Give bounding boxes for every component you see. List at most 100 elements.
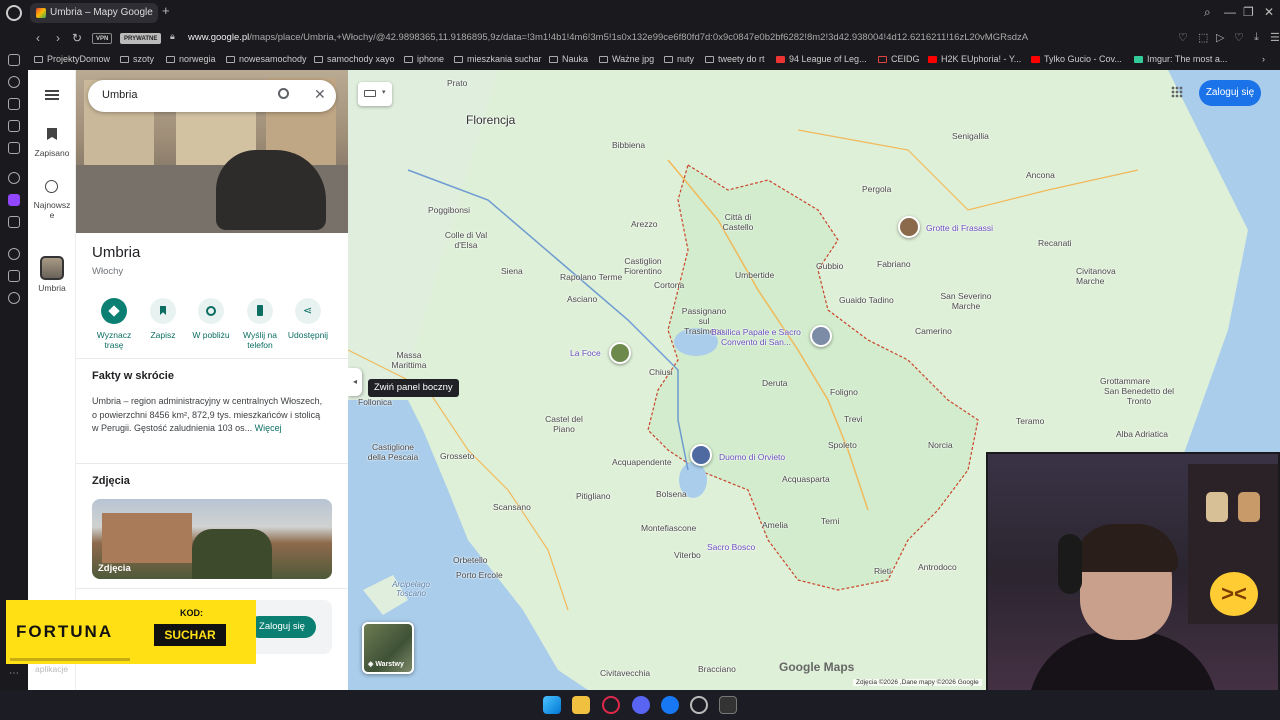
download-icon[interactable]: ⤓ xyxy=(1254,31,1259,44)
nearby-button[interactable]: W pobliżu xyxy=(187,298,235,340)
map-label[interactable]: Chiusi xyxy=(649,367,673,377)
minimize-icon[interactable]: — xyxy=(1224,5,1236,19)
map-label[interactable]: Antrodoco xyxy=(918,562,957,572)
settings-gear-icon[interactable] xyxy=(8,292,20,304)
map-label[interactable]: Scansano xyxy=(493,502,531,512)
input-tools-button[interactable]: ▾ xyxy=(358,82,392,106)
poi-photo-pin[interactable] xyxy=(690,444,712,466)
bookmark-page-icon[interactable]: ♡ xyxy=(1178,31,1188,44)
bookmark-item[interactable]: nowesamochody xyxy=(226,54,307,64)
map-label[interactable]: Umbertide xyxy=(735,270,774,280)
map-label[interactable]: Castiglion Fiorentino xyxy=(618,256,668,276)
map-poi-label[interactable]: La Foce xyxy=(570,348,601,358)
map-label[interactable]: Porto Ercole xyxy=(456,570,503,580)
steam-icon[interactable] xyxy=(690,696,708,714)
search-icon[interactable] xyxy=(278,88,289,99)
new-tab-button[interactable]: + xyxy=(162,3,170,18)
share-button[interactable]: ⋖ Udostępnij xyxy=(284,298,332,340)
map-label[interactable]: Grosseto xyxy=(440,451,475,461)
directions-button[interactable]: Wyznacz trasę xyxy=(90,298,138,350)
aria-icon[interactable] xyxy=(8,54,20,66)
map-label[interactable]: Colle di Val d'Elsa xyxy=(443,230,489,250)
map-label[interactable]: Fabriano xyxy=(877,259,911,269)
discord-icon[interactable] xyxy=(632,696,650,714)
snapshot-icon[interactable]: ⬚ xyxy=(1198,31,1208,44)
map-label[interactable]: Foligno xyxy=(830,387,858,397)
map-label[interactable]: Recanati xyxy=(1038,238,1072,248)
map-label[interactable]: Spoleto xyxy=(828,440,857,450)
bookmark-item[interactable]: Tylko Gucio - Cov... xyxy=(1031,54,1122,64)
bookmark-item[interactable]: szoty xyxy=(120,54,154,64)
map-label[interactable]: Terni xyxy=(821,516,839,526)
map-poi-label[interactable]: Grotte di Frasassi xyxy=(926,223,993,233)
reload-icon[interactable]: ↻ xyxy=(72,31,82,45)
photos-thumbnail[interactable]: Zdjęcia xyxy=(92,499,332,579)
map-label[interactable]: Follonica xyxy=(358,397,392,407)
chatgpt-icon[interactable] xyxy=(8,172,20,184)
map-label[interactable]: Bibbiena xyxy=(612,140,645,150)
map-label[interactable]: Alba Adriatica xyxy=(1116,429,1168,439)
map-label[interactable]: Rapolano Terme xyxy=(560,272,622,282)
bookmark-item[interactable]: Imgur: The most a... xyxy=(1134,54,1227,64)
menu-hamburger-icon[interactable] xyxy=(45,90,59,92)
bookmark-item[interactable]: Nauka xyxy=(549,54,588,64)
maximize-icon[interactable]: ❐ xyxy=(1243,5,1254,19)
map-poi-label[interactable]: Sacro Bosco xyxy=(707,542,755,552)
twitch-icon[interactable] xyxy=(8,194,20,206)
facts-more-link[interactable]: Więcej xyxy=(255,423,282,433)
bookmark-item[interactable]: ProjektyDomow xyxy=(34,54,110,64)
terminal-icon[interactable] xyxy=(719,696,737,714)
opera-logo-icon[interactable] xyxy=(6,5,22,21)
map-label[interactable]: Castiglione della Pescaia xyxy=(362,442,424,462)
layers-button[interactable]: ◈ Warstwy xyxy=(362,622,414,674)
player-icon[interactable] xyxy=(8,248,20,260)
apps-label[interactable]: aplikacje xyxy=(35,664,68,674)
browser-tab[interactable]: Umbria – Mapy Google xyxy=(30,3,158,23)
messenger-icon[interactable] xyxy=(8,142,20,154)
bookmark-item[interactable]: CEIDG xyxy=(878,54,920,64)
map-label[interactable]: Pergola xyxy=(862,184,891,194)
map-label[interactable]: Acquapendente xyxy=(612,457,672,467)
opera-gx-icon[interactable] xyxy=(602,696,620,714)
forward-icon[interactable]: › xyxy=(56,31,60,45)
bookmark-item[interactable]: samochody xayo xyxy=(314,54,395,64)
back-icon[interactable]: ‹ xyxy=(36,31,40,45)
map-label[interactable]: Orbetello xyxy=(453,555,488,565)
poi-photo-pin[interactable] xyxy=(609,342,631,364)
poi-photo-pin[interactable] xyxy=(810,325,832,347)
map-label[interactable]: Norcia xyxy=(928,440,953,450)
map-label[interactable]: Asciano xyxy=(567,294,597,304)
map-label[interactable]: Deruta xyxy=(762,378,788,388)
google-apps-icon[interactable] xyxy=(1171,86,1183,98)
close-window-icon[interactable]: ✕ xyxy=(1264,5,1274,19)
map-label[interactable]: Camerino xyxy=(915,326,952,336)
map-label-city[interactable]: Florencja xyxy=(466,113,515,127)
map-label[interactable]: Montefiascone xyxy=(641,523,696,533)
news-icon[interactable] xyxy=(8,120,20,132)
panel-login-button[interactable]: Zaloguj się xyxy=(248,616,316,638)
map-poi-label[interactable]: Basilica Papale e Sacro Convento di San.… xyxy=(706,327,806,347)
map-poi-label[interactable]: Duomo di Orvieto xyxy=(719,452,785,462)
map-label[interactable]: Poggibonsi xyxy=(428,205,470,215)
history-icon[interactable] xyxy=(8,76,20,88)
map-label[interactable]: Ancona xyxy=(1026,170,1055,180)
heart-icon[interactable]: ♡ xyxy=(1234,31,1244,44)
bookmark-item[interactable]: nuty xyxy=(664,54,694,64)
bookmarks-more-icon[interactable]: › xyxy=(1262,54,1265,64)
vpn-badge[interactable]: VPN xyxy=(92,33,113,44)
map-label[interactable]: San Benedetto del Tronto xyxy=(1100,386,1178,406)
map-label[interactable]: Civitavecchia xyxy=(600,668,650,678)
map-label[interactable]: Senigallia xyxy=(952,131,989,141)
map-label[interactable]: Castel del Piano xyxy=(544,414,584,434)
map-label[interactable]: Viterbo xyxy=(674,550,701,560)
rail-saved-label[interactable]: Zapisano xyxy=(28,148,76,158)
map-label[interactable]: Trevi xyxy=(844,414,863,424)
map-label[interactable]: Arezzo xyxy=(631,219,657,229)
url-field[interactable]: www.google.pl/maps/place/Umbria,+Włochy/… xyxy=(188,32,1028,43)
recent-place-thumbnail[interactable] xyxy=(40,256,64,280)
search-input[interactable] xyxy=(102,89,272,101)
map-label[interactable]: Grottammare xyxy=(1100,376,1150,386)
map-label[interactable]: Massa Marittima xyxy=(391,350,427,370)
bookmark-item[interactable]: iphone xyxy=(404,54,444,64)
map-label[interactable]: Prato xyxy=(447,78,467,88)
